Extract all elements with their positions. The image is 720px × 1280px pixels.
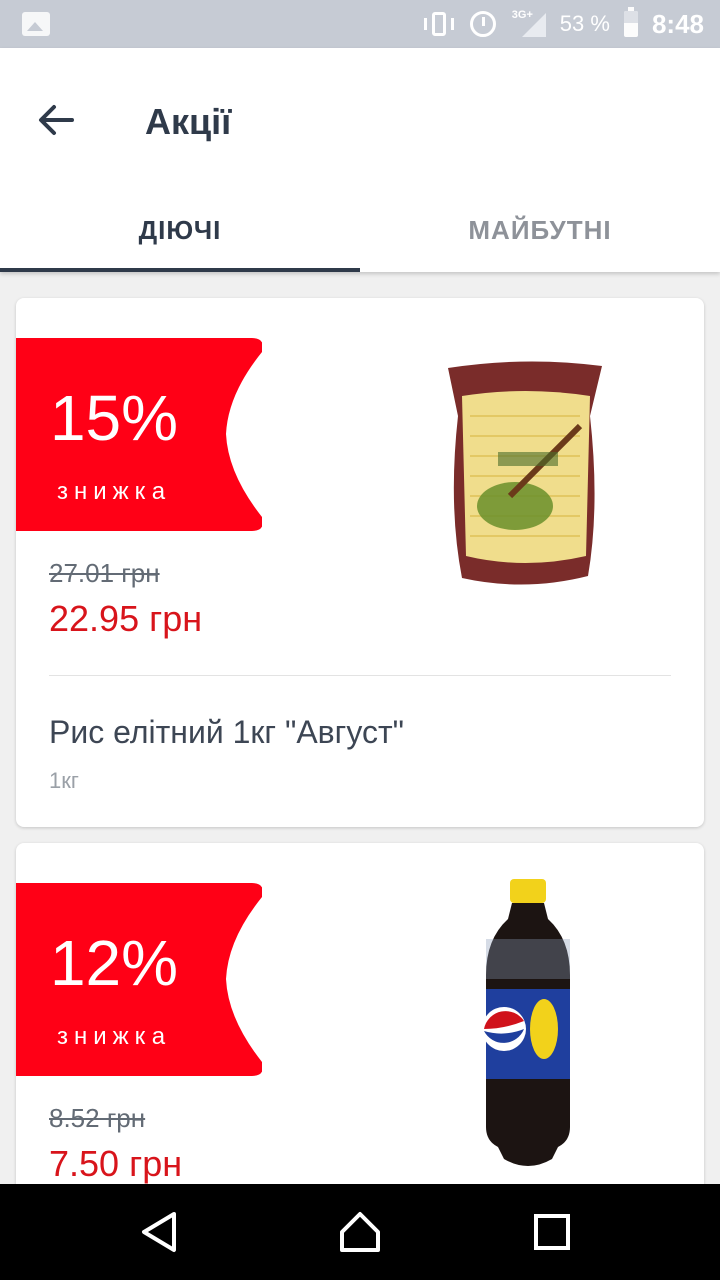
old-price: 27.01 грн [49, 558, 160, 588]
discount-percent: 15% [49, 382, 179, 454]
promotion-card[interactable]: 12% знижка 8.52 грн 7.50 грн [16, 843, 704, 1184]
discount-badge: 15% знижка [16, 338, 262, 531]
signal-icon: 3G+ [512, 9, 546, 39]
nav-back-icon[interactable] [132, 1204, 188, 1260]
system-nav-bar [0, 1184, 720, 1280]
tab-upcoming[interactable]: МАЙБУТНІ [360, 188, 720, 272]
status-bar: 3G+ 53 % 8:48 [0, 0, 720, 48]
battery-percent: 53 % [559, 11, 610, 36]
divider [49, 675, 671, 676]
nav-recents-icon[interactable] [524, 1204, 580, 1260]
pepsi-bottle-icon [478, 879, 578, 1173]
app-bar: Акції ДІЮЧІ МАЙБУТНІ [0, 48, 720, 272]
tab-active[interactable]: ДІЮЧІ [0, 188, 360, 272]
page-title: Акції [145, 101, 232, 142]
new-price: 7.50 грн [49, 1143, 183, 1184]
new-price: 22.95 грн [49, 598, 203, 639]
promotions-list[interactable]: 15% знижка 27.01 грн 22.95 грн Рис елітн… [0, 272, 720, 1184]
vibrate-icon [423, 9, 454, 39]
gallery-notification-icon [22, 12, 50, 36]
old-price: 8.52 грн [49, 1103, 146, 1133]
rice-bag-icon [440, 356, 610, 592]
back-arrow-icon[interactable] [36, 100, 76, 140]
product-name: Рис елітний 1кг "Август" [49, 714, 404, 750]
discount-percent: 12% [49, 927, 179, 999]
discount-badge: 12% знижка [16, 883, 262, 1076]
discount-label: знижка [56, 478, 172, 505]
battery-icon [623, 7, 638, 37]
alarm-icon [468, 9, 498, 39]
nav-home-icon[interactable] [332, 1204, 388, 1260]
promotion-card[interactable]: 15% знижка 27.01 грн 22.95 грн Рис елітн… [16, 298, 704, 827]
tab-bar: ДІЮЧІ МАЙБУТНІ [0, 188, 720, 272]
discount-label: знижка [56, 1023, 172, 1050]
clock: 8:48 [651, 8, 704, 39]
product-weight: 1кг [49, 768, 79, 793]
